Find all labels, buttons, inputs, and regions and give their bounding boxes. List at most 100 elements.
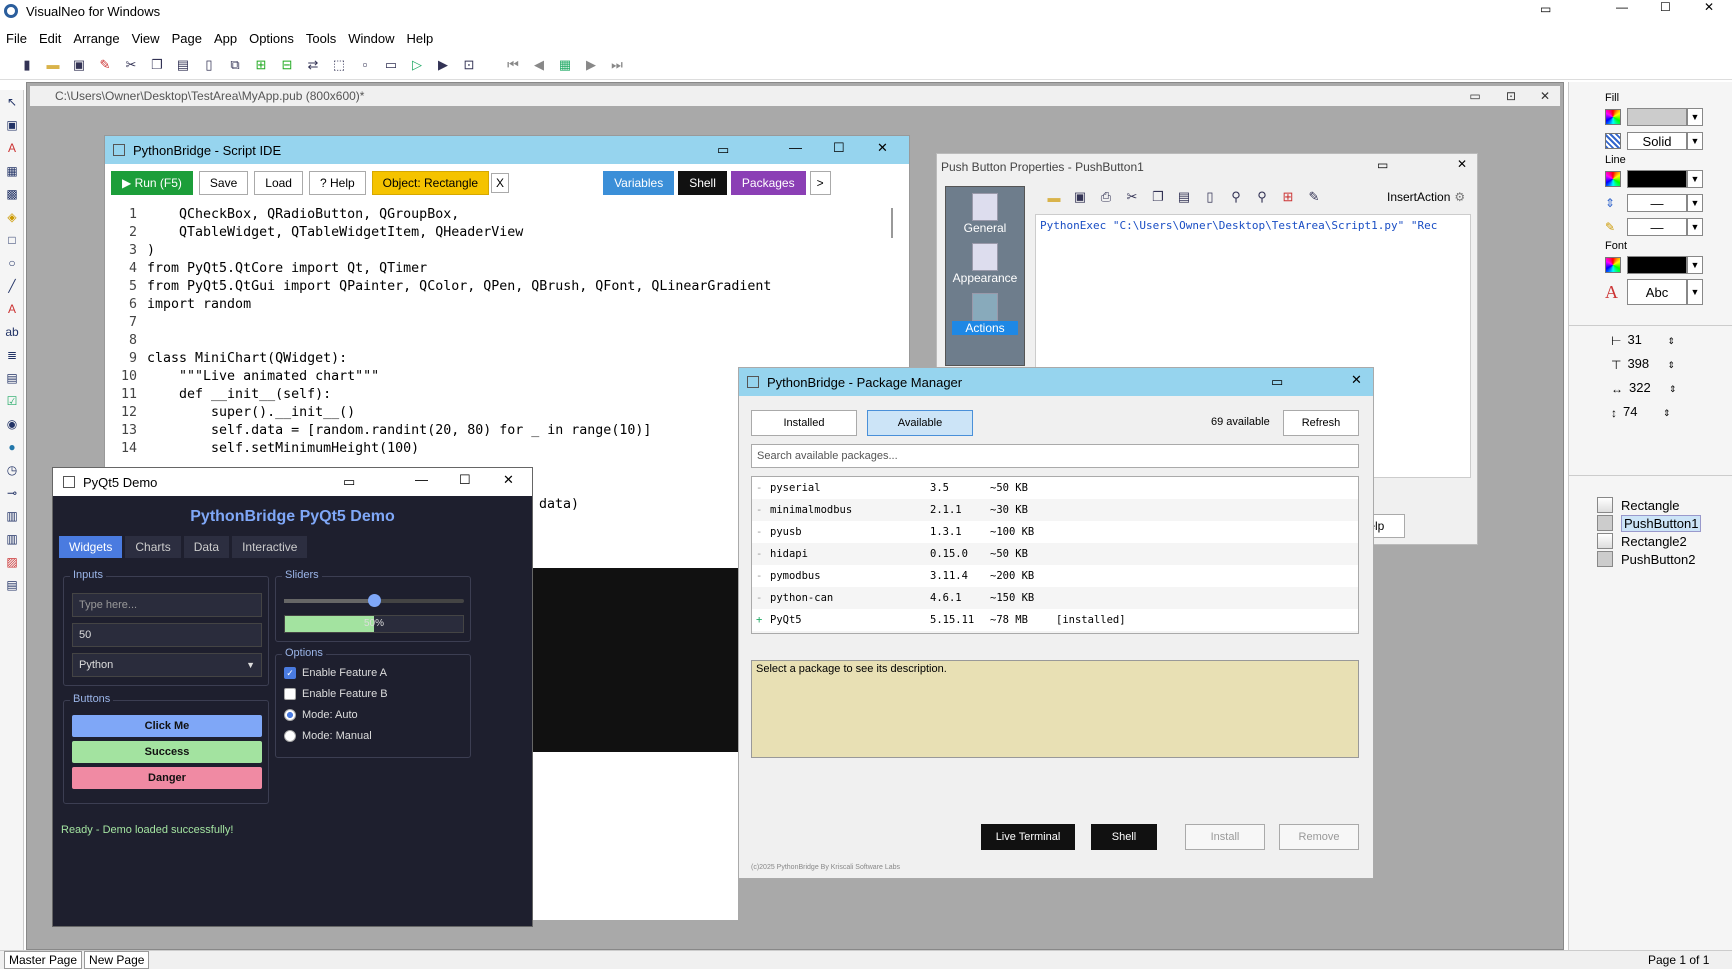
mode-manual-radio[interactable]: Mode: Manual: [284, 730, 372, 742]
replace-icon[interactable]: ⚲: [1251, 186, 1273, 208]
line-width-dropdown[interactable]: —: [1627, 194, 1687, 212]
restore-layout-icon[interactable]: ▭: [1540, 2, 1551, 16]
object-item[interactable]: PushButton2: [1597, 550, 1732, 568]
menu-file[interactable]: File: [6, 31, 27, 46]
shell-button[interactable]: Shell: [678, 171, 727, 195]
paste-icon[interactable]: ▤: [172, 54, 194, 76]
menu-window[interactable]: Window: [348, 31, 394, 46]
restore-icon[interactable]: ▭: [1271, 374, 1283, 390]
page-icon[interactable]: ▦: [554, 54, 576, 76]
open-folder-icon[interactable]: ▬: [42, 54, 64, 76]
package-row[interactable]: - pyserial 3.5 ~50 KB: [752, 477, 1358, 499]
load-button[interactable]: Load: [254, 171, 303, 195]
click-me-button[interactable]: Click Me: [72, 715, 262, 737]
menu-help[interactable]: Help: [407, 31, 434, 46]
object-item-selected[interactable]: PushButton1: [1597, 514, 1732, 532]
compile-icon[interactable]: ⊡: [458, 54, 480, 76]
chevron-down-icon[interactable]: ▼: [1687, 170, 1703, 188]
find-icon[interactable]: ⚲: [1225, 186, 1247, 208]
window-icon[interactable]: ▭: [380, 54, 402, 76]
menu-options[interactable]: Options: [249, 31, 294, 46]
restore-icon[interactable]: ▭: [1377, 158, 1388, 172]
object-item[interactable]: Rectangle2: [1597, 532, 1732, 550]
close-button[interactable]: ✕: [1704, 0, 1714, 14]
tab-charts[interactable]: Charts: [125, 536, 181, 558]
picture-tool-icon[interactable]: ▩: [3, 185, 21, 203]
swap-icon[interactable]: ⇄: [302, 54, 324, 76]
spin-box[interactable]: 50: [72, 623, 262, 647]
barcode-tool-icon[interactable]: ▥: [3, 530, 21, 548]
group-icon[interactable]: ⧉: [224, 54, 246, 76]
doc-restore-button[interactable]: ⊡: [1496, 89, 1526, 103]
package-row[interactable]: - hidapi 0.15.0 ~50 KB: [752, 543, 1358, 565]
chevron-down-icon[interactable]: ▼: [1687, 194, 1703, 212]
table-tool-icon[interactable]: ▤: [3, 369, 21, 387]
close-button[interactable]: ✕: [1457, 157, 1467, 171]
radio-tool-icon[interactable]: ◉: [3, 415, 21, 433]
last-page-icon[interactable]: ⏭: [606, 54, 628, 76]
save-icon[interactable]: ▣: [68, 54, 90, 76]
timer-tool-icon[interactable]: ◷: [3, 461, 21, 479]
shell-button[interactable]: Shell: [1091, 824, 1157, 850]
package-list[interactable]: - pyserial 3.5 ~50 KB - minimalmodbus 2.1.1 ~30…: [751, 476, 1359, 634]
feature-b-checkbox[interactable]: Enable Feature B: [284, 688, 388, 700]
print-icon[interactable]: ⎙: [1095, 186, 1117, 208]
text-tool-icon[interactable]: A: [3, 139, 21, 157]
package-search-input[interactable]: Search available packages...: [751, 444, 1359, 468]
ellipse-tool-icon[interactable]: ○: [3, 254, 21, 272]
plugin-tool-icon[interactable]: ▤: [3, 576, 21, 594]
tab-installed[interactable]: Installed: [751, 410, 857, 436]
package-row[interactable]: + PyQt5 5.15.11 ~78 MB [installed]: [752, 609, 1358, 631]
image-tool-icon[interactable]: ▦: [3, 162, 21, 180]
menu-app[interactable]: App: [214, 31, 237, 46]
package-row[interactable]: - minimalmodbus 2.1.1 ~30 KB: [752, 499, 1358, 521]
minimize-button[interactable]: —: [1616, 0, 1628, 14]
maximize-button[interactable]: ☐: [1660, 0, 1671, 14]
mode-auto-radio[interactable]: Mode: Auto: [284, 709, 358, 721]
tab-interactive[interactable]: Interactive: [232, 536, 308, 558]
line-color-dropdown[interactable]: [1627, 170, 1687, 188]
more-button[interactable]: >: [809, 171, 831, 195]
save-icon[interactable]: ▣: [1069, 186, 1091, 208]
delete-icon[interactable]: ▯: [198, 54, 220, 76]
variables-button[interactable]: Variables: [603, 171, 675, 195]
clear-object-button[interactable]: X: [491, 173, 510, 193]
menu-tools[interactable]: Tools: [306, 31, 336, 46]
run-icon[interactable]: ▷: [406, 54, 428, 76]
prev-page-icon[interactable]: ◀: [528, 54, 550, 76]
tab-actions[interactable]: Actions: [946, 293, 1024, 335]
package-row[interactable]: - pymodbus 3.11.4 ~200 KB: [752, 565, 1358, 587]
arrange-icon[interactable]: ⊞: [250, 54, 272, 76]
package-row[interactable]: -PySide66.10.2~78 MB: [752, 631, 1358, 633]
font-tool-icon[interactable]: A: [3, 300, 21, 318]
object-item[interactable]: Rectangle: [1597, 496, 1732, 514]
slider-track[interactable]: [284, 594, 464, 607]
slider-tool-icon[interactable]: ⊸: [3, 484, 21, 502]
help-button[interactable]: ? Help: [308, 171, 366, 195]
menu-edit[interactable]: Edit: [39, 31, 61, 46]
object-selector[interactable]: Object: Rectangle: [371, 171, 490, 195]
paste-icon[interactable]: ▤: [1173, 186, 1195, 208]
list-tool-icon[interactable]: ≣: [3, 346, 21, 364]
doc-minimize-button[interactable]: ▭: [1460, 89, 1490, 103]
tab-data[interactable]: Data: [183, 536, 230, 558]
book-icon[interactable]: ▮: [16, 54, 38, 76]
remove-button[interactable]: Remove: [1279, 824, 1359, 850]
close-button[interactable]: ✕: [1351, 372, 1362, 388]
cut-icon[interactable]: ✂: [120, 54, 142, 76]
spin-icon[interactable]: ⇕: [1663, 408, 1671, 419]
first-page-icon[interactable]: ⏮: [502, 54, 524, 76]
copy-icon[interactable]: ❐: [1147, 186, 1169, 208]
run-button[interactable]: ▶ Run (F5): [111, 171, 193, 195]
insert-icon[interactable]: ⊞: [1277, 186, 1299, 208]
arrange2-icon[interactable]: ⊟: [276, 54, 298, 76]
font-dropdown[interactable]: Abc: [1627, 279, 1687, 305]
live-terminal-button[interactable]: Live Terminal: [981, 824, 1075, 850]
fill-color-dropdown[interactable]: [1627, 108, 1687, 126]
danger-button[interactable]: Danger: [72, 767, 262, 789]
maximize-button[interactable]: ☐: [833, 140, 845, 156]
editor-scrollbar[interactable]: [891, 208, 901, 238]
fill-style-dropdown[interactable]: Solid: [1627, 132, 1687, 150]
line-tool-icon[interactable]: ╱: [3, 277, 21, 295]
tab-appearance[interactable]: Appearance: [946, 243, 1024, 285]
